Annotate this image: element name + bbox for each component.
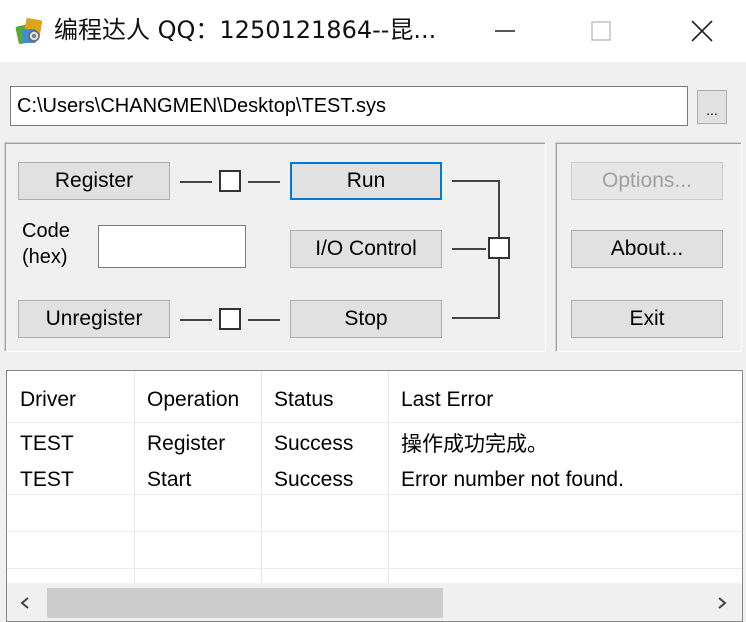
row-divider bbox=[7, 531, 742, 532]
column-header-last-error[interactable]: Last Error bbox=[401, 386, 493, 414]
app-icon bbox=[14, 15, 46, 47]
code-label-line2: (hex) bbox=[22, 246, 68, 268]
connector-line bbox=[248, 181, 280, 183]
connector-line bbox=[248, 319, 280, 321]
chevron-right-icon bbox=[718, 597, 727, 609]
title-bar: 编程达人 QQ：1250121864--昆... bbox=[0, 0, 746, 62]
io-control-checkbox[interactable] bbox=[488, 237, 510, 259]
table-row-1-driver[interactable]: TEST bbox=[20, 430, 74, 458]
connector-line bbox=[452, 248, 486, 250]
code-hex-label: Code (hex) bbox=[22, 218, 70, 270]
table-row-2-last-error[interactable]: Error number not found. bbox=[401, 466, 624, 494]
exit-button[interactable]: Exit bbox=[571, 300, 723, 338]
minimize-button[interactable] bbox=[475, 8, 535, 54]
unregister-button[interactable]: Unregister bbox=[18, 300, 170, 338]
connector-line bbox=[180, 181, 212, 183]
minimize-icon bbox=[495, 30, 515, 32]
table-row-1-last-error[interactable]: 操作成功完成。 bbox=[401, 430, 548, 458]
io-control-button[interactable]: I/O Control bbox=[290, 230, 442, 268]
horizontal-scrollbar[interactable] bbox=[7, 583, 742, 621]
code-hex-input[interactable] bbox=[98, 225, 246, 268]
register-button[interactable]: Register bbox=[18, 162, 170, 200]
register-checkbox[interactable] bbox=[219, 170, 241, 192]
close-icon bbox=[691, 20, 713, 42]
column-divider bbox=[134, 371, 135, 583]
table-row-1-operation[interactable]: Register bbox=[147, 430, 225, 458]
window-title: 编程达人 QQ：1250121864--昆... bbox=[54, 16, 437, 44]
browse-button[interactable]: ... bbox=[697, 90, 727, 124]
about-button[interactable]: About... bbox=[571, 230, 723, 268]
row-divider bbox=[7, 422, 742, 423]
scroll-left-button[interactable] bbox=[15, 593, 35, 613]
row-divider bbox=[7, 568, 742, 569]
run-button[interactable]: Run bbox=[290, 162, 442, 200]
column-header-operation[interactable]: Operation bbox=[147, 386, 239, 414]
column-divider bbox=[261, 371, 262, 583]
scrollbar-thumb[interactable] bbox=[47, 588, 443, 618]
table-row-2-driver[interactable]: TEST bbox=[20, 466, 74, 494]
table-row-1-status[interactable]: Success bbox=[274, 430, 353, 458]
close-button[interactable] bbox=[672, 8, 732, 54]
chevron-left-icon bbox=[20, 597, 29, 609]
table-row-2-status[interactable]: Success bbox=[274, 466, 353, 494]
connector-line bbox=[452, 180, 500, 182]
column-header-status[interactable]: Status bbox=[274, 386, 334, 414]
operation-log-list[interactable]: Driver Operation Status Last Error TEST … bbox=[6, 370, 743, 622]
table-row-2-operation[interactable]: Start bbox=[147, 466, 191, 494]
maximize-button[interactable] bbox=[571, 8, 631, 54]
unregister-checkbox[interactable] bbox=[219, 308, 241, 330]
options-button[interactable]: Options... bbox=[571, 162, 723, 200]
maximize-icon bbox=[591, 21, 611, 41]
column-header-driver[interactable]: Driver bbox=[20, 386, 76, 414]
code-label-line1: Code bbox=[22, 220, 70, 242]
stop-button[interactable]: Stop bbox=[290, 300, 442, 338]
row-divider bbox=[7, 494, 742, 495]
connector-line bbox=[452, 317, 500, 319]
driver-path-field[interactable]: C:\Users\CHANGMEN\Desktop\TEST.sys bbox=[10, 86, 688, 126]
connector-line bbox=[180, 319, 212, 321]
scroll-right-button[interactable] bbox=[712, 593, 732, 613]
column-divider bbox=[388, 371, 389, 583]
